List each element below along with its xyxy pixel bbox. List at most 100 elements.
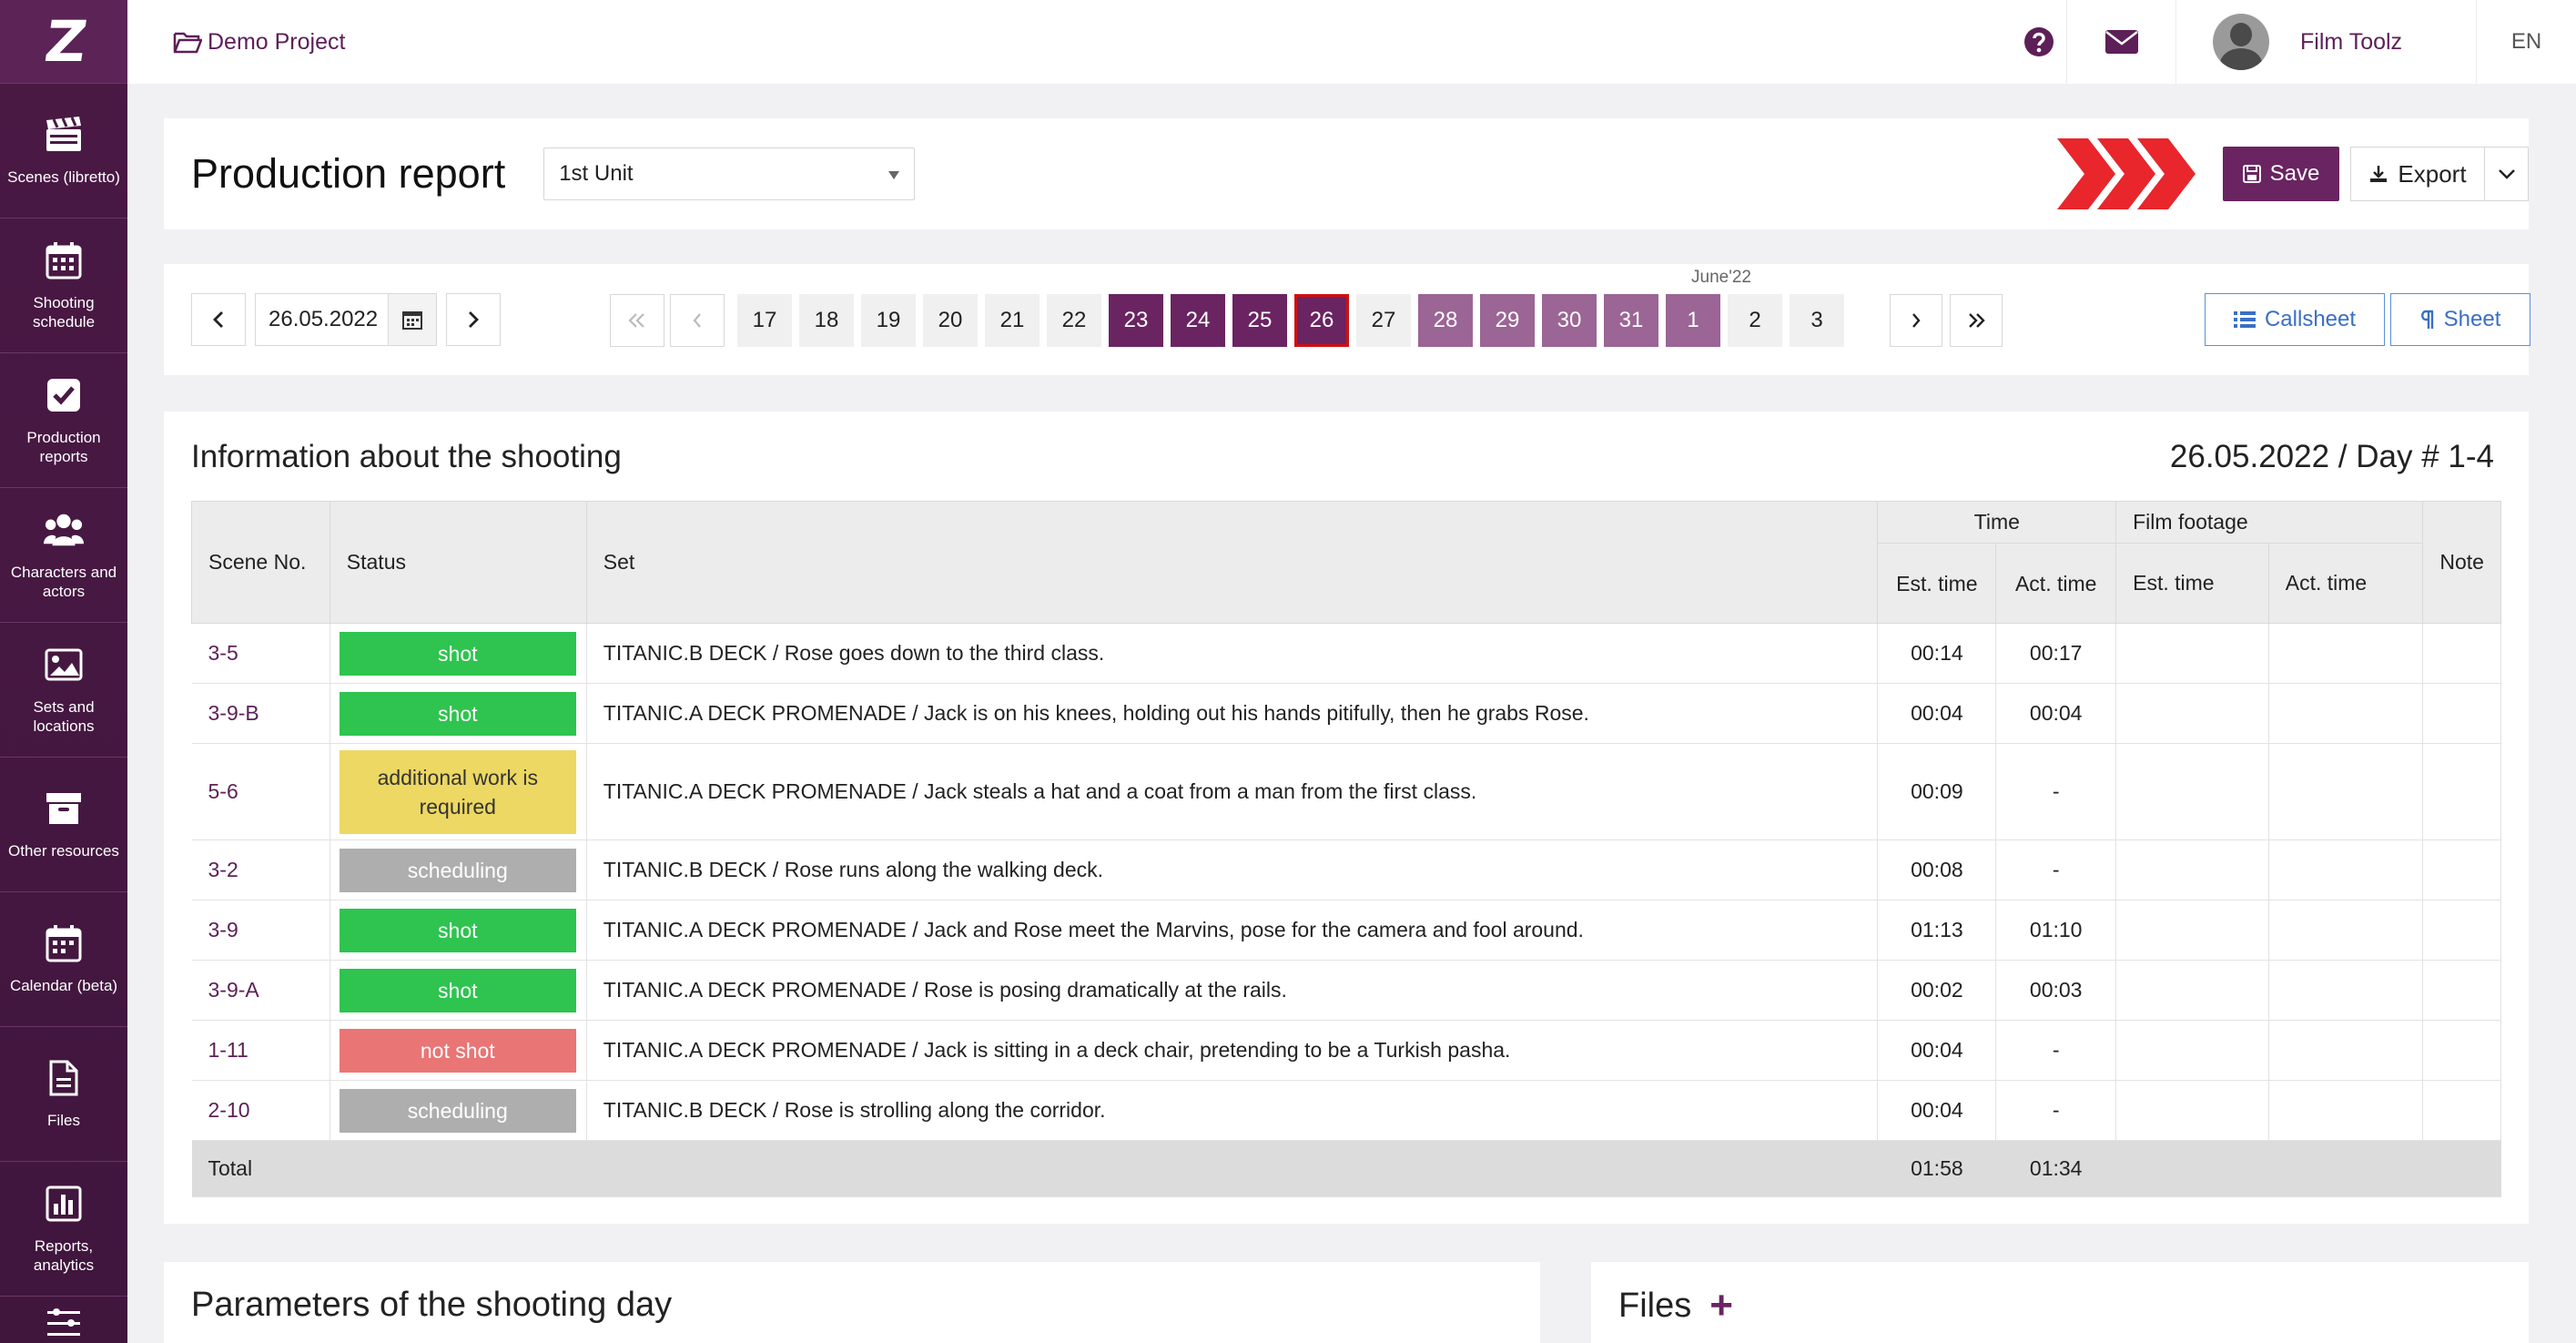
sidebar-item-sets[interactable]: Sets and locations bbox=[0, 623, 127, 758]
table-row[interactable]: 3-9 shot TITANIC.A DECK PROMENADE / Jack a… bbox=[191, 900, 2501, 961]
help-button[interactable] bbox=[2012, 0, 2066, 84]
day-button[interactable]: 27 bbox=[1356, 294, 1411, 347]
day-button[interactable]: 2 bbox=[1728, 294, 1782, 347]
sheet-button[interactable]: Sheet bbox=[2390, 293, 2530, 346]
act-time-cell: - bbox=[1995, 839, 2117, 900]
sidebar-item-settings[interactable] bbox=[0, 1297, 127, 1343]
day-button[interactable]: 30 bbox=[1542, 294, 1597, 347]
project-breadcrumb[interactable]: Demo Project bbox=[173, 29, 345, 56]
sidebar-item-production-reports[interactable]: Production reports bbox=[0, 353, 127, 488]
table-row[interactable]: 3-2 scheduling TITANIC.B DECK / Rose runs … bbox=[191, 839, 2501, 900]
next-page-button[interactable] bbox=[1890, 294, 1942, 347]
status-badge[interactable]: additional work is required bbox=[339, 749, 576, 834]
unit-select[interactable]: 1st Unit bbox=[543, 148, 916, 200]
first-page-button[interactable] bbox=[610, 294, 664, 347]
scene-number[interactable]: 3-2 bbox=[191, 839, 330, 900]
next-date-button[interactable] bbox=[446, 293, 501, 346]
table-row[interactable]: 3-5 shot TITANIC.B DECK / Rose goes down t… bbox=[191, 623, 2501, 684]
day-button[interactable]: 19 bbox=[861, 294, 916, 347]
status-badge[interactable]: scheduling bbox=[339, 848, 576, 892]
sidebar-item-files[interactable]: Files bbox=[0, 1027, 127, 1162]
image-icon bbox=[44, 645, 84, 685]
day-button[interactable]: 31 bbox=[1604, 294, 1658, 347]
export-button[interactable]: Export bbox=[2350, 147, 2485, 201]
sidebar-item-scenes[interactable]: Scenes (libretto) bbox=[0, 84, 127, 219]
status-badge[interactable]: shot bbox=[339, 691, 576, 736]
prev-page-button[interactable] bbox=[670, 294, 725, 347]
status-badge[interactable]: scheduling bbox=[339, 1088, 576, 1133]
total-footage-act bbox=[2268, 1140, 2423, 1197]
total-note bbox=[2422, 1140, 2501, 1197]
est-time-cell: 01:13 bbox=[1877, 900, 1997, 961]
day-button[interactable]: 3 bbox=[1790, 294, 1844, 347]
status-badge[interactable]: shot bbox=[339, 908, 576, 952]
save-button[interactable]: Save bbox=[2223, 147, 2339, 201]
table-row[interactable]: 1-11 not shot TITANIC.A DECK PROMENADE / J… bbox=[191, 1020, 2501, 1081]
messages-button[interactable] bbox=[2066, 0, 2175, 84]
scene-number[interactable]: 5-6 bbox=[191, 743, 330, 840]
add-file-button[interactable]: + bbox=[1709, 1286, 1733, 1326]
status-badge[interactable]: shot bbox=[339, 631, 576, 676]
day-button[interactable]: 22 bbox=[1047, 294, 1101, 347]
day-button[interactable]: 23 bbox=[1109, 294, 1163, 347]
sidebar-item-label: Shooting schedule bbox=[32, 293, 96, 331]
language-switch[interactable]: EN bbox=[2476, 0, 2576, 84]
scene-number[interactable]: 1-11 bbox=[191, 1020, 330, 1081]
note-cell bbox=[2422, 683, 2501, 744]
day-button[interactable]: 29 bbox=[1480, 294, 1535, 347]
page-title: Production report bbox=[191, 150, 506, 197]
footage-est-cell bbox=[2115, 1020, 2269, 1081]
act-time-cell: - bbox=[1995, 743, 2117, 840]
sidebar-item-calendar[interactable]: Calendar (beta) bbox=[0, 892, 127, 1027]
sidebar-item-characters[interactable]: Characters and actors bbox=[0, 488, 127, 623]
day-button[interactable]: 18 bbox=[799, 294, 854, 347]
table-row[interactable]: 5-6 additional work is required TITANIC.A … bbox=[191, 743, 2501, 840]
col-footage-est: Est. time bbox=[2115, 543, 2269, 624]
user-menu[interactable]: Film Toolz bbox=[2175, 0, 2476, 84]
day-button[interactable]: 20 bbox=[923, 294, 978, 347]
sidebar-item-shooting-schedule[interactable]: Shooting schedule bbox=[0, 219, 127, 353]
col-footage-act: Act. time bbox=[2267, 543, 2424, 624]
footage-est-cell bbox=[2115, 1080, 2269, 1141]
status-cell: shot bbox=[330, 683, 587, 744]
calendar-icon[interactable] bbox=[387, 294, 436, 345]
total-footage-est bbox=[2115, 1140, 2269, 1197]
day-button[interactable]: 28 bbox=[1418, 294, 1473, 347]
day-button-selected[interactable]: 26 bbox=[1294, 294, 1349, 347]
sidebar-item-other-resources[interactable]: Other resources bbox=[0, 758, 127, 892]
table-row[interactable]: 3-9-A shot TITANIC.A DECK PROMENADE / Rose… bbox=[191, 960, 2501, 1021]
scene-number[interactable]: 3-5 bbox=[191, 623, 330, 684]
note-cell bbox=[2422, 839, 2501, 900]
section-title: Files bbox=[1618, 1286, 1692, 1325]
scene-number[interactable]: 3-9 bbox=[191, 900, 330, 961]
prev-date-button[interactable] bbox=[191, 293, 246, 346]
total-act-time: 01:34 bbox=[1995, 1140, 2116, 1197]
chevron-left-icon bbox=[213, 311, 223, 328]
scene-number[interactable]: 3-9-B bbox=[191, 683, 330, 744]
footage-est-cell bbox=[2115, 743, 2269, 840]
last-page-button[interactable] bbox=[1950, 294, 2003, 347]
day-button[interactable]: 24 bbox=[1171, 294, 1225, 347]
callsheet-label: Callsheet bbox=[2264, 307, 2357, 331]
table-row[interactable]: 3-9-B shot TITANIC.A DECK PROMENADE / Jack… bbox=[191, 683, 2501, 744]
footage-est-cell bbox=[2115, 960, 2269, 1021]
status-badge[interactable]: shot bbox=[339, 968, 576, 1012]
status-cell: not shot bbox=[330, 1020, 587, 1081]
app-logo[interactable]: Z bbox=[0, 0, 127, 84]
export-dropdown-button[interactable] bbox=[2485, 147, 2529, 201]
status-cell: shot bbox=[330, 900, 587, 961]
day-button[interactable]: 1 bbox=[1666, 294, 1720, 347]
unit-select-value: 1st Unit bbox=[559, 161, 634, 186]
status-cell: shot bbox=[330, 623, 587, 684]
date-input[interactable]: 26.05.2022 bbox=[255, 293, 437, 346]
set-description: TITANIC.B DECK / Rose goes down to the t… bbox=[586, 623, 1879, 684]
table-row[interactable]: 2-10 scheduling TITANIC.B DECK / Rose is s… bbox=[191, 1080, 2501, 1141]
scene-number[interactable]: 2-10 bbox=[191, 1080, 330, 1141]
callsheet-button[interactable]: Callsheet bbox=[2205, 293, 2385, 346]
day-button[interactable]: 17 bbox=[737, 294, 792, 347]
day-button[interactable]: 25 bbox=[1232, 294, 1287, 347]
scene-number[interactable]: 3-9-A bbox=[191, 960, 330, 1021]
sidebar-item-reports[interactable]: Reports, analytics bbox=[0, 1162, 127, 1297]
status-badge[interactable]: not shot bbox=[339, 1028, 576, 1073]
day-button[interactable]: 21 bbox=[985, 294, 1040, 347]
